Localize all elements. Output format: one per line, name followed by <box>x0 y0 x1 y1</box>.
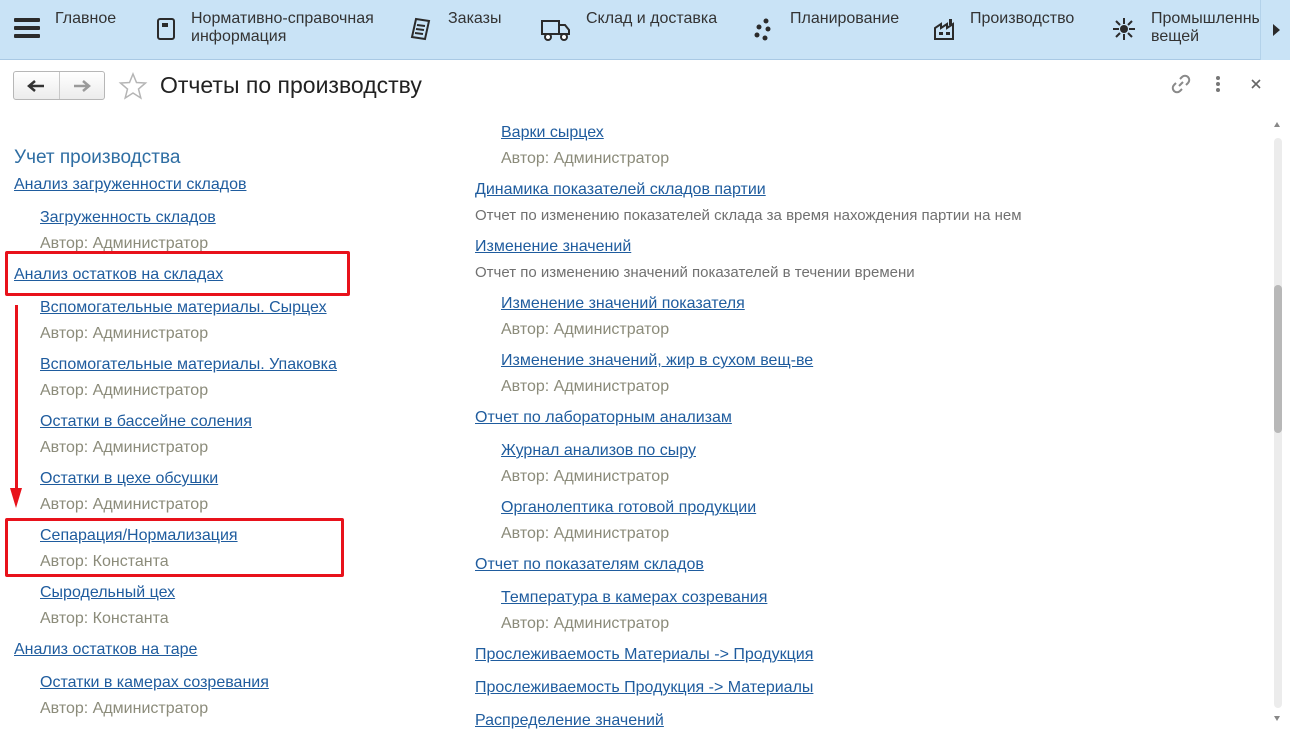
report-link[interactable]: Органолептика готовой продукции <box>501 499 756 517</box>
report-link[interactable]: Журнал анализов по сыру <box>501 442 696 460</box>
arrow-left-icon <box>27 79 45 92</box>
report-link[interactable]: Остатки в бассейне соления <box>40 413 252 431</box>
report-link[interactable]: Варки сырцех <box>501 124 604 142</box>
triangle-right-icon <box>1272 24 1280 36</box>
delivery-truck-icon <box>541 20 570 41</box>
hamburger-icon[interactable] <box>14 18 40 40</box>
report-author: Автор: Администратор <box>501 468 670 485</box>
report-author: Автор: Администратор <box>501 615 670 632</box>
orders-icon <box>410 17 431 41</box>
report-author: Автор: Администратор <box>501 150 670 167</box>
reference-book-icon <box>157 18 175 40</box>
forward-button[interactable] <box>58 72 105 99</box>
report-link[interactable]: Сыродельный цех <box>40 584 175 602</box>
section-title: Учет производства <box>14 147 181 168</box>
report-link[interactable]: Температура в камерах созревания <box>501 589 767 607</box>
group-link[interactable]: Анализ загруженности складов <box>14 176 246 194</box>
report-author: Автор: Администратор <box>40 700 209 717</box>
report-author: Автор: Администратор <box>40 382 209 399</box>
back-button[interactable] <box>14 72 59 99</box>
group-link[interactable]: Распределение значений <box>475 712 664 730</box>
factory-icon <box>934 19 954 40</box>
section-production[interactable]: Производство <box>970 10 1074 28</box>
section-main[interactable]: Главное <box>55 10 116 28</box>
section-industrial-iot[interactable]: Промышленны вещей <box>1151 10 1260 46</box>
report-author: Автор: Администратор <box>40 325 209 342</box>
report-author: Автор: Администратор <box>40 439 209 456</box>
group-link[interactable]: Прослеживаемость Материалы -> Продукция <box>475 646 813 664</box>
report-author: Автор: Администратор <box>501 378 670 395</box>
section-orders[interactable]: Заказы <box>448 10 501 28</box>
report-author: Автор: Администратор <box>501 321 670 338</box>
report-link[interactable]: Вспомогательные материалы. Упаковка <box>40 356 337 374</box>
section-warehouse-delivery[interactable]: Склад и доставка <box>586 10 717 28</box>
iot-icon <box>1113 18 1135 40</box>
report-link[interactable]: Изменение значений, жир в сухом вещ-ве <box>501 352 813 370</box>
group-link[interactable]: Анализ остатков на таре <box>14 641 197 659</box>
group-description: Отчет по изменению значений показателей … <box>475 264 915 281</box>
group-link[interactable]: Прослеживаемость Продукция -> Материалы <box>475 679 813 697</box>
highlight-box <box>5 251 350 296</box>
arrow-down-icon <box>10 488 22 508</box>
planning-dots-icon <box>754 18 771 41</box>
group-link[interactable]: Отчет по показателям складов <box>475 556 704 574</box>
report-link[interactable]: Остатки в цехе обсушки <box>40 470 218 488</box>
report-link[interactable]: Изменение значений показателя <box>501 295 745 313</box>
report-link[interactable]: Остатки в камерах созревания <box>40 674 269 692</box>
report-author: Автор: Константа <box>40 610 169 627</box>
navigation-buttons <box>13 71 105 100</box>
sections-scroll-right-button[interactable] <box>1260 0 1290 60</box>
report-link[interactable]: Загруженность складов <box>40 209 216 227</box>
group-description: Отчет по изменению показателей склада за… <box>475 207 1022 224</box>
vertical-scrollbar[interactable] <box>1270 116 1286 730</box>
sections-panel: Главное Нормативно-справочная информация… <box>0 0 1290 60</box>
group-link[interactable]: Отчет по лабораторным анализам <box>475 409 732 427</box>
more-actions-icon[interactable] <box>1210 73 1226 95</box>
scroll-up-icon[interactable] <box>1274 122 1280 127</box>
report-author: Автор: Администратор <box>501 525 670 542</box>
close-icon[interactable] <box>1247 73 1265 95</box>
group-link[interactable]: Изменение значений <box>475 238 631 256</box>
annotation-arrow <box>15 305 18 490</box>
group-link[interactable]: Динамика показателей складов партии <box>475 181 766 199</box>
link-icon[interactable] <box>1170 73 1192 95</box>
section-planning[interactable]: Планирование <box>790 10 899 28</box>
report-author: Автор: Администратор <box>40 496 209 513</box>
arrow-right-icon <box>73 79 91 92</box>
section-reference-info[interactable]: Нормативно-справочная информация <box>191 10 374 46</box>
favorite-star-icon[interactable] <box>118 72 148 100</box>
scroll-down-icon[interactable] <box>1274 716 1280 721</box>
report-link[interactable]: Вспомогательные материалы. Сырцех <box>40 299 327 317</box>
highlight-box <box>5 518 344 577</box>
scroll-thumb[interactable] <box>1274 285 1282 433</box>
page-title: Отчеты по производству <box>160 72 422 98</box>
